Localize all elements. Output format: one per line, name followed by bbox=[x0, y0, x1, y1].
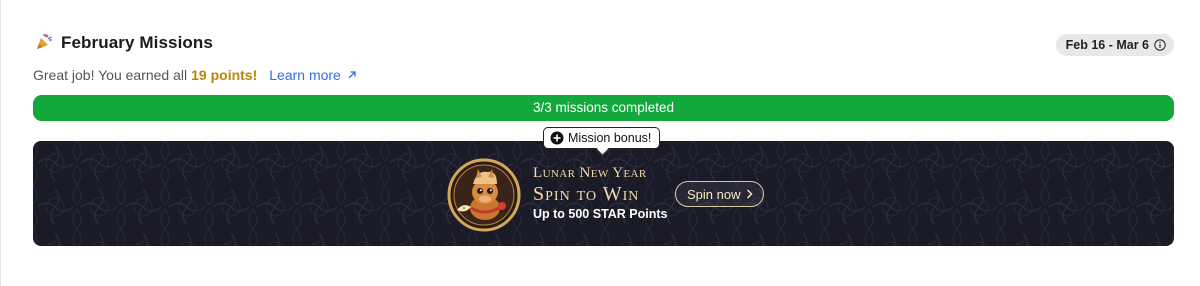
summary-text: Great job! You earned all bbox=[33, 67, 188, 83]
missions-header: February Missions Feb 16 - Mar 6 bbox=[33, 28, 1174, 60]
learn-more-label: Learn more bbox=[269, 67, 341, 83]
promo-subtext: Up to 500 STAR Points bbox=[533, 207, 668, 221]
party-popper-icon bbox=[37, 33, 52, 49]
mission-bonus-tag: Mission bonus! bbox=[543, 127, 661, 149]
promo-text: Lunar New Year Spin to Win Up to 500 STA… bbox=[533, 165, 668, 221]
promo-headline: Spin to Win bbox=[533, 183, 640, 205]
horse-medal-icon bbox=[447, 158, 521, 232]
points-summary: Great job! You earned all 19 points! Lea… bbox=[33, 63, 1174, 87]
spin-now-label: Spin now bbox=[687, 186, 741, 202]
page-left-border bbox=[0, 0, 1, 286]
external-arrow-icon bbox=[348, 71, 356, 79]
progress-label: 3/3 missions completed bbox=[532, 100, 675, 115]
page-title: February Missions bbox=[61, 33, 213, 52]
date-range-badge[interactable]: Feb 16 - Mar 6 bbox=[1055, 34, 1174, 56]
missions-progress-bar: 3/3 missions completed bbox=[33, 95, 1174, 121]
plus-circle-icon bbox=[550, 131, 564, 145]
learn-more-link[interactable]: Learn more bbox=[269, 67, 357, 83]
date-range-text: Feb 16 - Mar 6 bbox=[1065, 38, 1149, 52]
lunar-new-year-banner[interactable]: Lunar New Year Spin to Win Up to 500 STA… bbox=[33, 141, 1174, 246]
points-earned: 19 points! bbox=[191, 67, 258, 83]
mission-bonus-label: Mission bonus! bbox=[568, 131, 652, 145]
missions-card: February Missions Feb 16 - Mar 6 Great j… bbox=[33, 28, 1174, 246]
info-icon[interactable] bbox=[1154, 39, 1166, 51]
spin-now-button[interactable]: Spin now bbox=[675, 181, 765, 207]
promo-kicker: Lunar New Year bbox=[533, 165, 647, 181]
chevron-right-icon bbox=[747, 189, 754, 199]
